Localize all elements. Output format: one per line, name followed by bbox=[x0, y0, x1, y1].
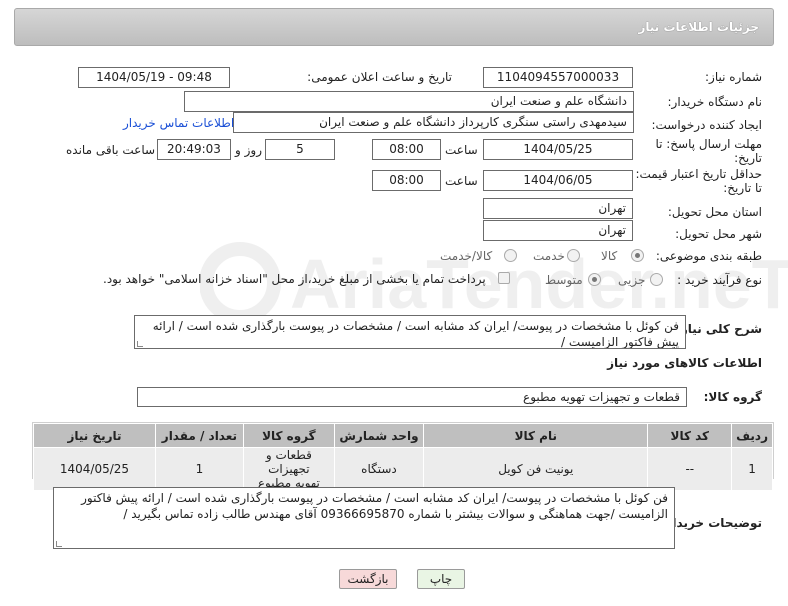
items-table-container: ردیف کد کالا نام کالا واحد شمارش گروه کا… bbox=[32, 422, 774, 491]
buyer-contact-link[interactable]: اطلاعات تماس خریدار bbox=[123, 116, 234, 130]
cell-group-line1: قطعات و تجهیزات bbox=[265, 448, 312, 476]
price-validity-date-field: 1404/06/05 bbox=[483, 170, 633, 191]
delivery-province-label: استان محل تحویل: bbox=[667, 205, 762, 219]
print-button[interactable]: چاپ bbox=[417, 569, 465, 589]
treasury-payment-note: پرداخت تمام یا بخشی از مبلغ خرید،از محل … bbox=[103, 272, 486, 286]
purchase-minor-radio[interactable] bbox=[650, 273, 663, 286]
reply-deadline-label-line2: تاریخ: bbox=[734, 151, 762, 165]
remaining-days-label: روز و bbox=[235, 143, 262, 157]
cell-code: -- bbox=[647, 447, 733, 491]
buyer-notes-text: فن کوئل با مشخصات در پیوست/ ایران کد مشا… bbox=[81, 491, 668, 521]
goods-group-label: گروه کالا: bbox=[703, 390, 762, 404]
goods-group-field: قطعات و تجهیزات تهویه مطبوع bbox=[137, 387, 687, 407]
col-header-name: نام کالا bbox=[423, 423, 649, 448]
purchase-minor-label: جزیی bbox=[618, 273, 646, 287]
resize-handle-icon[interactable] bbox=[137, 341, 143, 347]
description-textarea[interactable]: فن کوئل با مشخصات در پیوست/ ایران کد مشا… bbox=[134, 315, 686, 349]
announce-datetime-label: تاریخ و ساعت اعلان عمومی: bbox=[307, 70, 452, 84]
reply-deadline-date-field: 1404/05/25 bbox=[483, 139, 633, 160]
requester-label: ایجاد کننده درخواست: bbox=[651, 118, 762, 132]
header-panel: جزئیات اطلاعات نیاز bbox=[14, 8, 774, 46]
delivery-city-field: تهران bbox=[483, 220, 633, 241]
need-number-label: شماره نیاز: bbox=[705, 70, 762, 84]
col-header-code: کد کالا bbox=[647, 423, 733, 448]
description-label: شرح کلی نیاز: bbox=[676, 322, 762, 336]
back-button[interactable]: بازگشت bbox=[339, 569, 397, 589]
cell-group: قطعات و تجهیزات تهویه مطبوع bbox=[242, 447, 335, 491]
page-title: جزئیات اطلاعات نیاز bbox=[638, 20, 759, 34]
table-row[interactable]: 1 -- یونیت فن کویل دستگاه قطعات و تجهیزا… bbox=[33, 447, 773, 491]
category-goods-service-radio[interactable] bbox=[504, 249, 517, 262]
price-validity-label-line1: حداقل تاریخ اعتبار قیمت: bbox=[635, 167, 762, 181]
cell-name: یونیت فن کویل bbox=[423, 447, 649, 491]
treasury-payment-checkbox[interactable] bbox=[498, 272, 510, 284]
cell-quantity: 1 bbox=[154, 447, 244, 491]
col-header-need-date: تاریخ نیاز bbox=[33, 423, 156, 448]
category-goods-service-label: کالا/خدمت bbox=[440, 249, 493, 263]
buyer-org-field: دانشگاه علم و صنعت ایران bbox=[184, 91, 634, 112]
items-table: ردیف کد کالا نام کالا واحد شمارش گروه کا… bbox=[33, 423, 773, 491]
price-validity-time-field: 08:00 bbox=[372, 170, 441, 191]
requester-field: سیدمهدی راستی سنگری کارپرداز دانشگاه علم… bbox=[233, 112, 634, 133]
purchase-medium-radio[interactable] bbox=[588, 273, 601, 286]
category-service-radio[interactable] bbox=[567, 249, 580, 262]
buyer-notes-textarea[interactable]: فن کوئل با مشخصات در پیوست/ ایران کد مشا… bbox=[53, 487, 675, 549]
category-goods-label: کالا bbox=[601, 249, 618, 263]
cell-need-date: 1404/05/25 bbox=[33, 447, 156, 491]
category-goods-radio[interactable] bbox=[631, 249, 644, 262]
need-number-field: 1104094557000033 bbox=[483, 67, 633, 88]
category-label: طبقه بندی موضوعی: bbox=[655, 249, 762, 263]
delivery-province-field: تهران bbox=[483, 198, 633, 219]
buyer-org-label: نام دستگاه خریدار: bbox=[667, 95, 763, 109]
col-header-quantity: تعداد / مقدار bbox=[154, 423, 244, 448]
resize-handle-icon[interactable] bbox=[56, 541, 62, 547]
price-validity-time-label: ساعت bbox=[445, 174, 478, 188]
goods-section-title: اطلاعات کالاهای مورد نیاز bbox=[607, 356, 762, 370]
delivery-city-label: شهر محل تحویل: bbox=[675, 227, 762, 241]
buyer-notes-label: توضیحات خریدار: bbox=[660, 516, 762, 530]
remaining-time-label: ساعت باقی مانده bbox=[66, 143, 156, 157]
category-service-label: خدمت bbox=[533, 249, 565, 263]
remaining-time-field: 20:49:03 bbox=[157, 139, 231, 160]
purchase-type-label: نوع فرآیند خرید : bbox=[677, 273, 762, 287]
reply-deadline-time-field: 08:00 bbox=[372, 139, 441, 160]
col-header-group: گروه کالا bbox=[242, 423, 335, 448]
cell-unit: دستگاه bbox=[333, 447, 425, 491]
col-header-row-number: ردیف bbox=[731, 423, 773, 448]
col-header-unit: واحد شمارش bbox=[333, 423, 425, 448]
remaining-days-field: 5 bbox=[265, 139, 335, 160]
announce-datetime-field: 1404/05/19 - 09:48 bbox=[78, 67, 230, 88]
description-text: فن کوئل با مشخصات در پیوست/ ایران کد مشا… bbox=[152, 319, 679, 349]
price-validity-label-line2: تا تاریخ: bbox=[723, 181, 762, 195]
reply-deadline-time-label: ساعت bbox=[445, 143, 478, 157]
reply-deadline-label-line1: مهلت ارسال پاسخ: تا bbox=[655, 137, 762, 151]
purchase-medium-label: متوسط bbox=[545, 273, 583, 287]
table-header-row: ردیف کد کالا نام کالا واحد شمارش گروه کا… bbox=[33, 423, 773, 448]
cell-row-number: 1 bbox=[731, 447, 773, 491]
